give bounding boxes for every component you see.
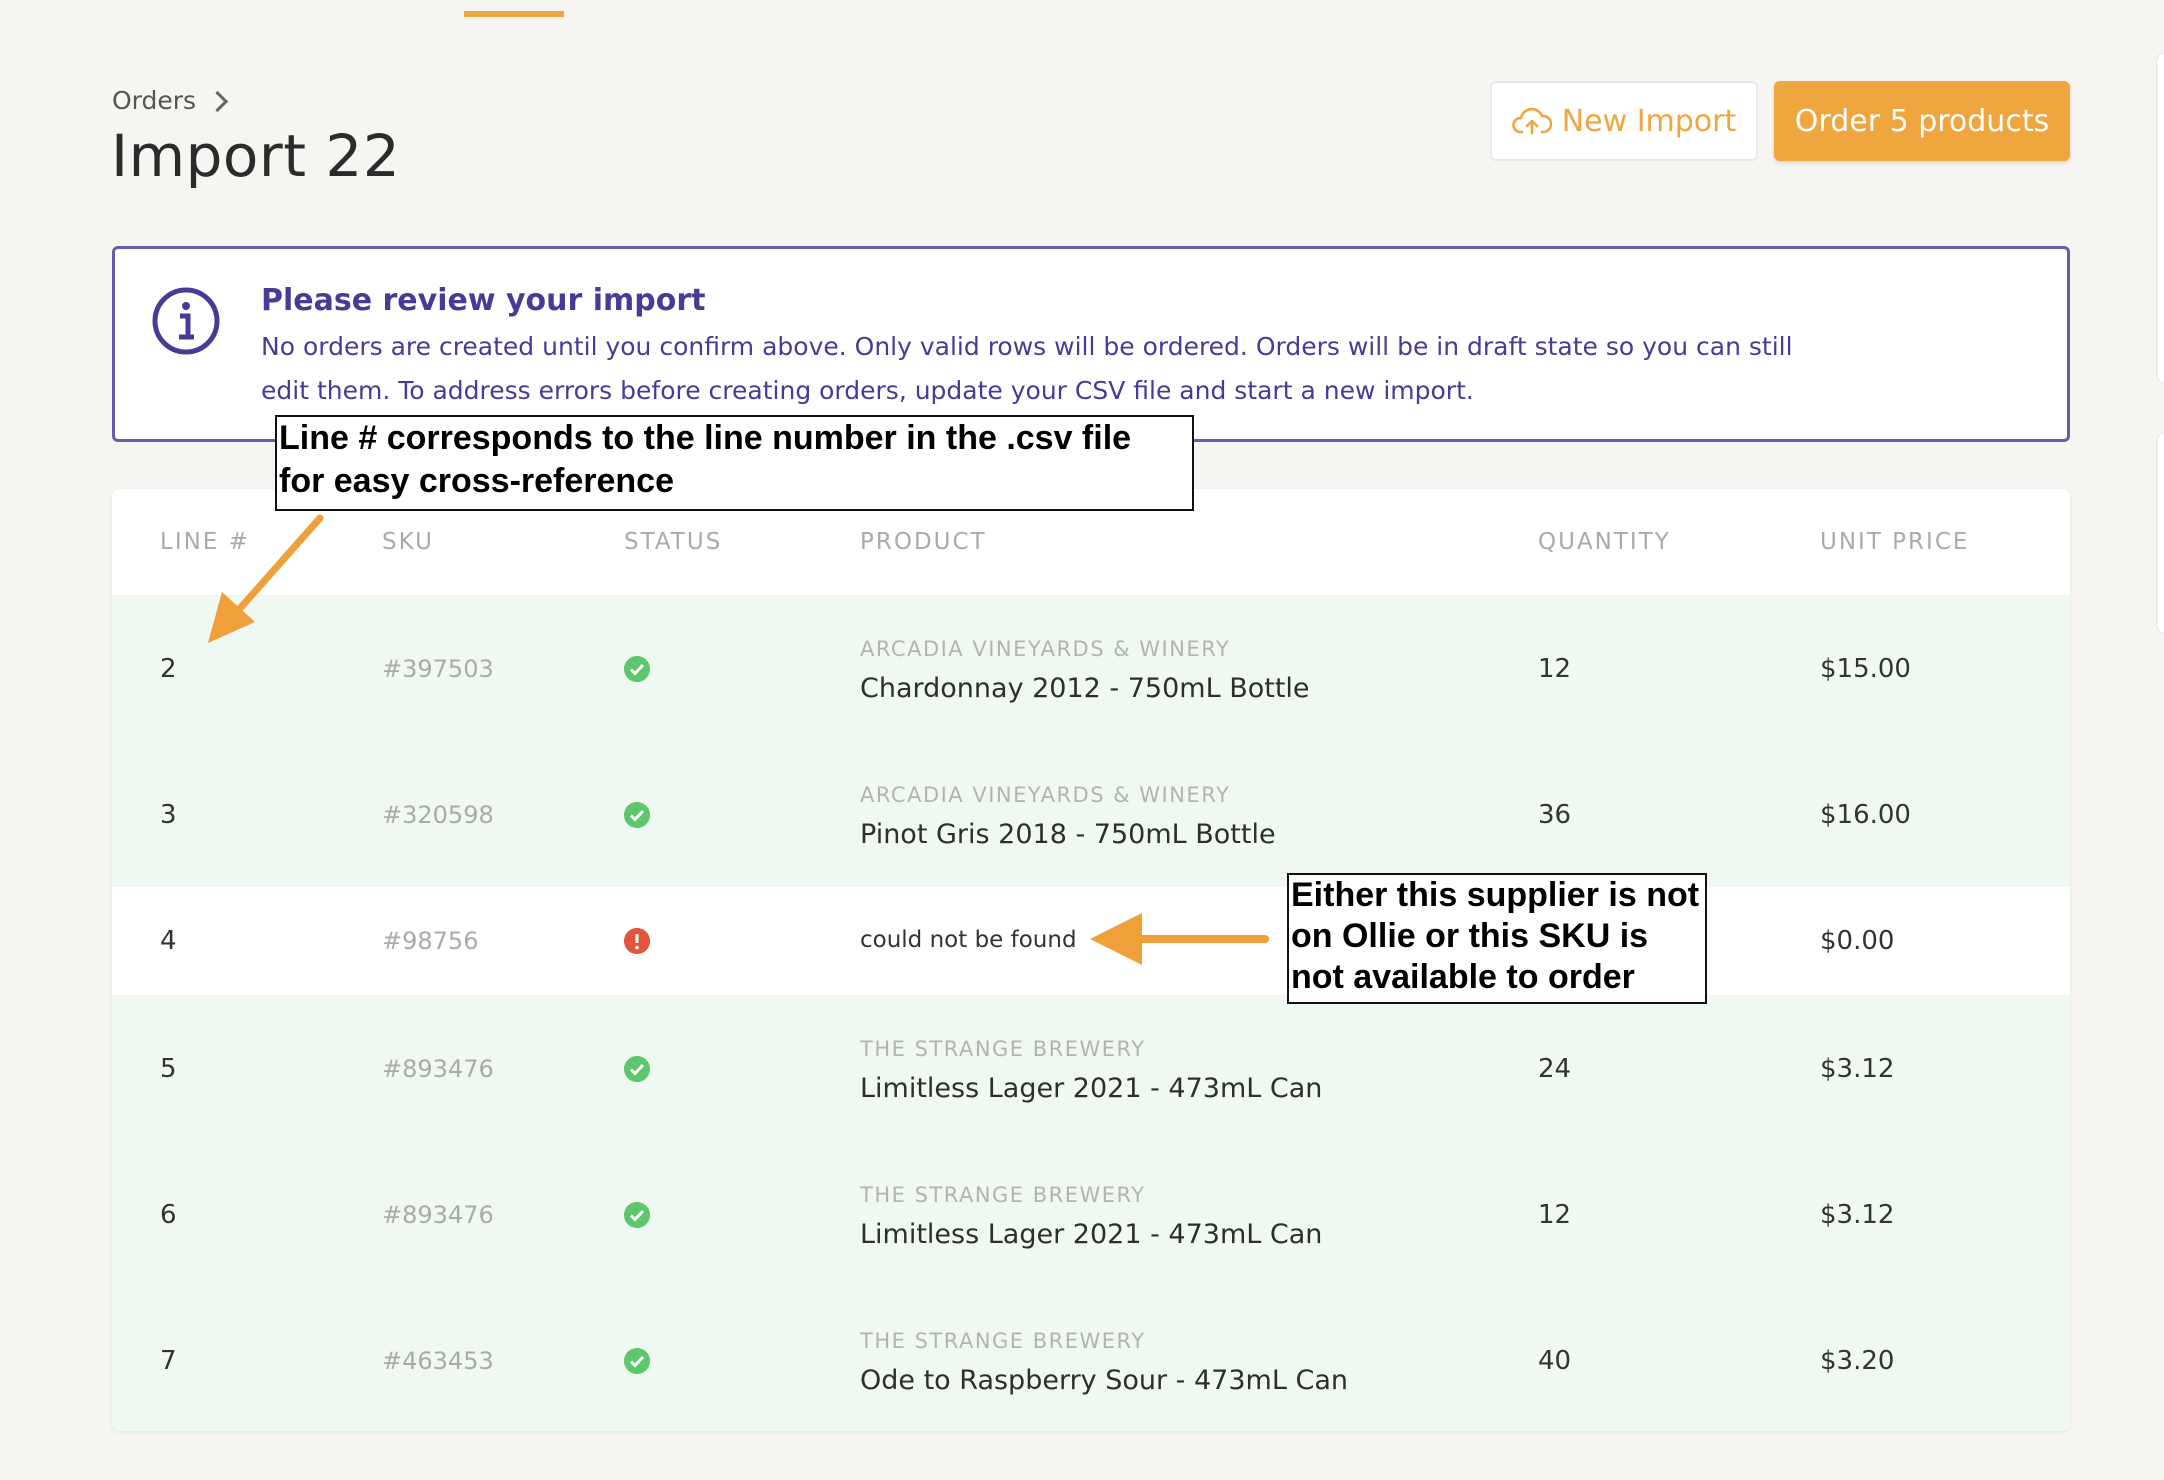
supplier-name: THE STRANGE BREWERY — [860, 1183, 1146, 1207]
side-panel-edge — [2156, 52, 2164, 384]
supplier-name: ARCADIA VINEYARDS & WINERY — [860, 637, 1231, 661]
notice-body: No orders are created until you confirm … — [261, 332, 1793, 405]
notice-title: Please review your import — [261, 283, 706, 318]
column-header-unit-price: UNIT PRICE — [1820, 529, 1970, 555]
alert-circle-icon — [624, 928, 650, 954]
new-import-button[interactable]: New Import — [1490, 81, 1758, 161]
product-name: Limitless Lager 2021 - 473mL Can — [860, 1073, 1323, 1104]
supplier-name: ARCADIA VINEYARDS & WINERY — [860, 783, 1231, 807]
line-number: 2 — [160, 654, 177, 684]
sku-error-annotation: Either this supplier is not on Ollie or … — [1287, 873, 1707, 1004]
check-circle-icon — [624, 1056, 650, 1082]
quantity: 40 — [1538, 1346, 1572, 1376]
page-title: Import 22 — [111, 122, 401, 190]
column-header-sku: SKU — [382, 529, 434, 555]
table-row[interactable]: 5 #893476 THE STRANGE BREWERY Limitless … — [112, 995, 2070, 1142]
column-header-quantity: QUANTITY — [1538, 529, 1671, 555]
line-number-annotation: Line # corresponds to the line number in… — [275, 415, 1194, 511]
column-header-line: LINE # — [160, 529, 250, 555]
supplier-name: THE STRANGE BREWERY — [860, 1329, 1146, 1353]
info-icon — [152, 287, 220, 355]
product-name: Ode to Raspberry Sour - 473mL Can — [860, 1365, 1348, 1396]
table-row-error[interactable]: 4 #98756 could not be found $0.00 — [112, 887, 2070, 996]
annotation-text: Line # corresponds to the line number in… — [279, 419, 1132, 457]
check-circle-icon — [624, 1348, 650, 1374]
line-number: 7 — [160, 1346, 177, 1376]
check-circle-icon — [624, 802, 650, 828]
import-table: LINE # SKU STATUS PRODUCT QUANTITY UNIT … — [112, 489, 2070, 1431]
annotation-text: for easy cross-reference — [279, 462, 675, 500]
order-products-button[interactable]: Order 5 products — [1774, 81, 2070, 161]
quantity: 24 — [1538, 1054, 1572, 1084]
unit-price: $3.12 — [1820, 1054, 1895, 1084]
quantity: 12 — [1538, 654, 1572, 684]
product-name: Pinot Gris 2018 - 750mL Bottle — [860, 819, 1276, 850]
unit-price: $16.00 — [1820, 800, 1911, 830]
column-header-product: PRODUCT — [860, 529, 987, 555]
sku: #98756 — [382, 927, 479, 955]
product-name: Limitless Lager 2021 - 473mL Can — [860, 1219, 1323, 1250]
sku: #893476 — [382, 1055, 494, 1083]
sku: #397503 — [382, 655, 494, 683]
quantity: 36 — [1538, 800, 1572, 830]
quantity: 12 — [1538, 1200, 1572, 1230]
unit-price: $15.00 — [1820, 654, 1911, 684]
sku: #893476 — [382, 1201, 494, 1229]
line-number: 4 — [160, 926, 177, 956]
sku: #320598 — [382, 801, 494, 829]
column-header-status: STATUS — [624, 529, 723, 555]
breadcrumb: Orders — [112, 86, 229, 115]
supplier-name: THE STRANGE BREWERY — [860, 1037, 1146, 1061]
annotation-text: Either this supplier is not — [1291, 876, 1700, 914]
side-panel-edge — [2156, 432, 2164, 634]
active-tab-indicator — [464, 11, 564, 17]
table-row[interactable]: 7 #463453 THE STRANGE BREWERY Ode to Ras… — [112, 1287, 2070, 1431]
cloud-upload-icon — [1511, 107, 1552, 135]
sku: #463453 — [382, 1347, 494, 1375]
review-notice: Please review your import No orders are … — [112, 246, 2070, 442]
product-name: Chardonnay 2012 - 750mL Bottle — [860, 673, 1310, 704]
order-products-label: Order 5 products — [1794, 103, 2050, 139]
unit-price: $0.00 — [1820, 926, 1895, 956]
unit-price: $3.20 — [1820, 1346, 1895, 1376]
line-number: 3 — [160, 800, 177, 830]
chevron-right-icon — [206, 90, 229, 112]
annotation-text: not available to order — [1291, 958, 1635, 996]
new-import-label: New Import — [1561, 103, 1737, 139]
table-row[interactable]: 6 #893476 THE STRANGE BREWERY Limitless … — [112, 1141, 2070, 1288]
breadcrumb-orders-link[interactable]: Orders — [112, 86, 196, 115]
line-number: 6 — [160, 1200, 177, 1230]
check-circle-icon — [624, 656, 650, 682]
error-message: could not be found — [860, 927, 1077, 953]
check-circle-icon — [624, 1202, 650, 1228]
annotation-text: on Ollie or this SKU is — [1291, 917, 1649, 955]
table-row[interactable]: 2 #397503 ARCADIA VINEYARDS & WINERY Cha… — [112, 595, 2070, 742]
unit-price: $3.12 — [1820, 1200, 1895, 1230]
line-number: 5 — [160, 1054, 177, 1084]
table-row[interactable]: 3 #320598 ARCADIA VINEYARDS & WINERY Pin… — [112, 741, 2070, 888]
